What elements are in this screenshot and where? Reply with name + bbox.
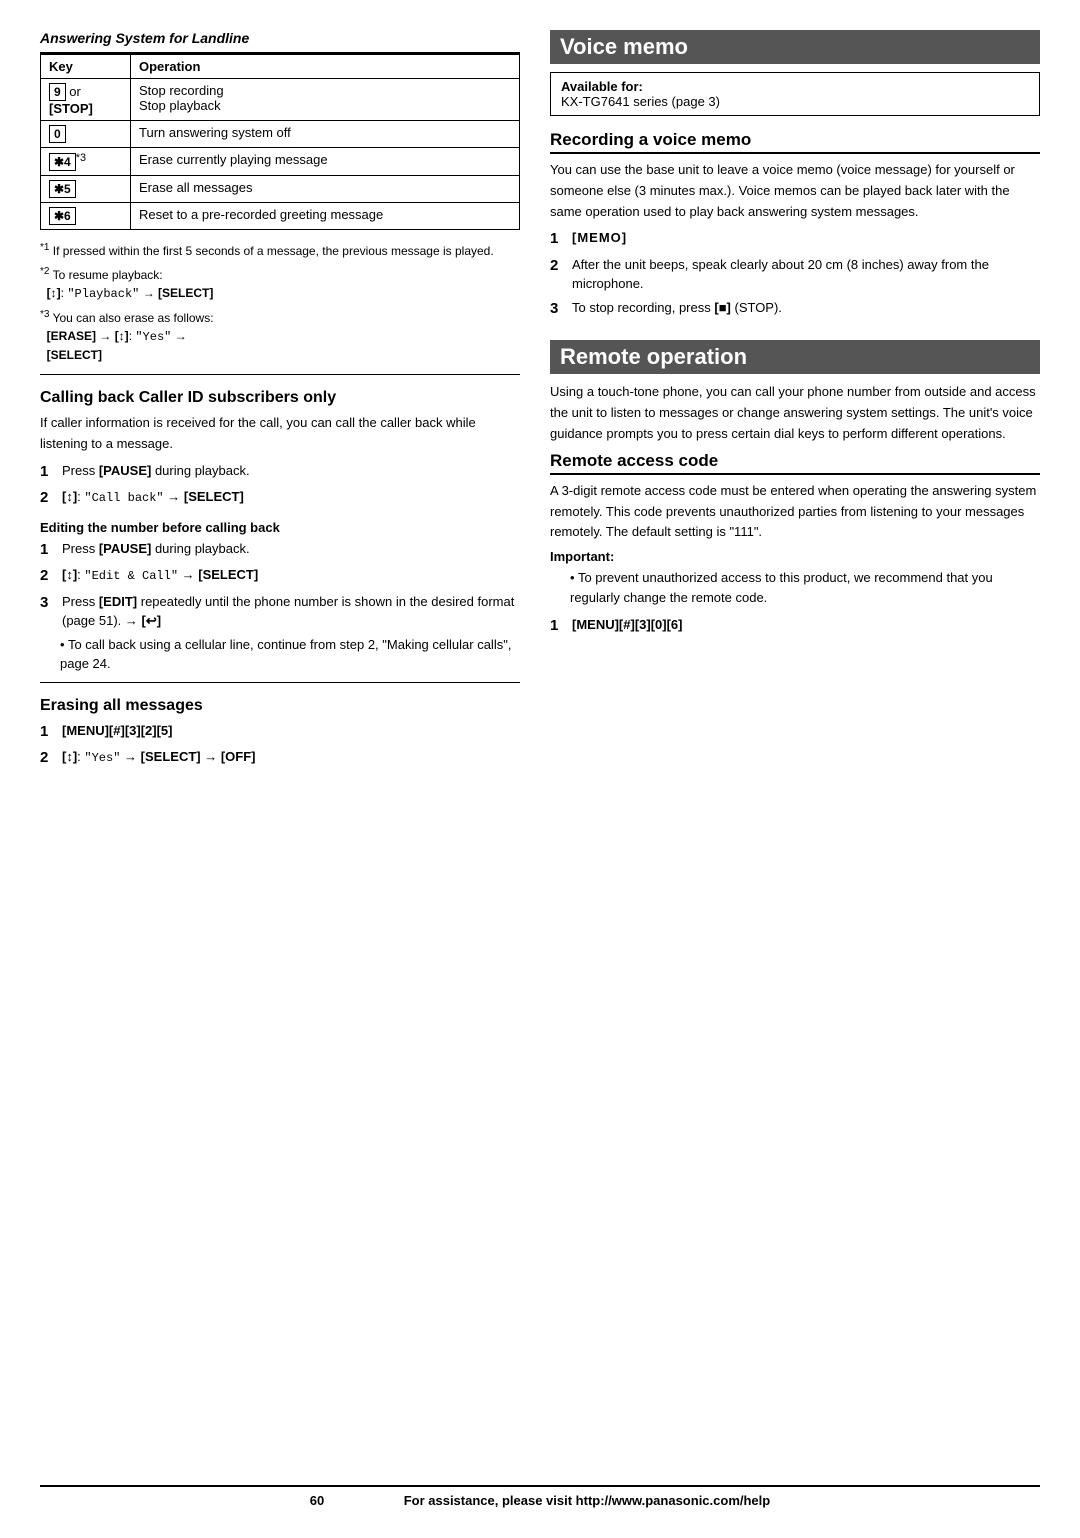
op-cell: Stop recordingStop playback (131, 79, 520, 121)
op-cell: Reset to a pre-recorded greeting message (131, 203, 520, 230)
erasing-steps: 1 [MENU][#][3][2][5] 2 [↕]: "Yes" → [SEL… (40, 721, 520, 770)
table-row: ✱5 Erase all messages (41, 176, 520, 203)
page-number: 60 (310, 1493, 324, 1508)
op-cell: Erase all messages (131, 176, 520, 203)
footnotes: *1 If pressed within the first 5 seconds… (40, 240, 520, 364)
footnote-2: *2 To resume playback: [↕]: "Playback" →… (40, 264, 520, 303)
key-star6: ✱6 (49, 207, 76, 225)
key-cell: ✱4*3 (41, 148, 131, 176)
important-label: Important: (550, 549, 1040, 564)
list-item: 2 After the unit beeps, speak clearly ab… (550, 255, 1040, 294)
key-star4: ✱4 (49, 153, 76, 171)
page: Answering System for Landline Key Operat… (0, 0, 1080, 1538)
remote-operation-body: Using a touch-tone phone, you can call y… (550, 382, 1040, 444)
col-header-operation: Operation (131, 55, 520, 79)
table-row: 0 Turn answering system off (41, 121, 520, 148)
remote-access-title: Remote access code (550, 451, 718, 470)
key-cell: 0 (41, 121, 131, 148)
important-bullet: To prevent unauthorized access to this p… (570, 568, 1040, 607)
list-item: 2 [↕]: "Call back" → [SELECT] (40, 487, 520, 510)
list-item: 3 To stop recording, press [■] (STOP). (550, 298, 1040, 321)
remote-access-steps: 1 [MENU][#][3][0][6] (550, 615, 1040, 638)
recording-body: You can use the base unit to leave a voi… (550, 160, 1040, 222)
calling-back-body: If caller information is received for th… (40, 413, 520, 455)
remote-access-subsection-bar: Remote access code (550, 451, 1040, 475)
footnote-1: *1 If pressed within the first 5 seconds… (40, 240, 520, 260)
list-item: 2 [↕]: "Yes" → [SELECT] → [OFF] (40, 747, 520, 770)
recording-title: Recording a voice memo (550, 130, 751, 149)
recording-subsection-bar: Recording a voice memo (550, 130, 1040, 154)
op-cell: Erase currently playing message (131, 148, 520, 176)
calling-back-steps: 1 Press [PAUSE] during playback. 2 [↕]: … (40, 461, 520, 510)
list-item: 2 [↕]: "Edit & Call" → [SELECT] (40, 565, 520, 588)
key-star5: ✱5 (49, 180, 76, 198)
key-0: 0 (49, 125, 66, 143)
erasing-title: Erasing all messages (40, 697, 520, 715)
voice-memo-header: Voice memo (550, 30, 1040, 64)
key-cell: ✱5 (41, 176, 131, 203)
list-item: 1 [MENU][#][3][0][6] (550, 615, 1040, 638)
key-9: 9 (49, 83, 66, 101)
key-cell: 9 or [STOP] (41, 79, 131, 121)
calling-back-section: Calling back Caller ID subscribers only … (40, 389, 520, 674)
list-item: 3 Press [EDIT] repeatedly until the phon… (40, 592, 520, 631)
table-row: ✱6 Reset to a pre-recorded greeting mess… (41, 203, 520, 230)
footer-text: For assistance, please visit http://www.… (404, 1493, 771, 1508)
page-footer: 60 For assistance, please visit http://w… (40, 1485, 1040, 1508)
erasing-section: Erasing all messages 1 [MENU][#][3][2][5… (40, 697, 520, 770)
list-item: 1 [MEMO] (550, 228, 1040, 251)
op-cell: Turn answering system off (131, 121, 520, 148)
left-column: Answering System for Landline Key Operat… (40, 30, 520, 1465)
list-item: 1 [MENU][#][3][2][5] (40, 721, 520, 744)
remote-access-body: A 3-digit remote access code must be ent… (550, 481, 1040, 543)
available-box: Available for: KX-TG7641 series (page 3) (550, 72, 1040, 116)
calling-back-title: Calling back Caller ID subscribers only (40, 389, 520, 407)
table-row: ✱4*3 Erase currently playing message (41, 148, 520, 176)
available-model: KX-TG7641 series (page 3) (561, 94, 720, 109)
footnote-3: *3 You can also erase as follows: [ERASE… (40, 307, 520, 364)
remote-operation-section: Remote operation Using a touch-tone phon… (550, 340, 1040, 637)
key-operation-table: Key Operation 9 or [STOP] Stop recording… (40, 54, 520, 230)
editing-subhead: Editing the number before calling back (40, 520, 520, 535)
voice-memo-section: Voice memo Available for: KX-TG7641 seri… (550, 30, 1040, 320)
key-stop: [STOP] (49, 101, 93, 116)
cellular-bullet: To call back using a cellular line, cont… (60, 635, 520, 674)
answering-system-title: Answering System for Landline (40, 30, 520, 46)
col-header-key: Key (41, 55, 131, 79)
table-row: 9 or [STOP] Stop recordingStop playback (41, 79, 520, 121)
list-item: 1 Press [PAUSE] during playback. (40, 539, 520, 562)
right-column: Voice memo Available for: KX-TG7641 seri… (550, 30, 1040, 1465)
key-cell: ✱6 (41, 203, 131, 230)
available-label: Available for: (561, 79, 643, 94)
recording-steps: 1 [MEMO] 2 After the unit beeps, speak c… (550, 228, 1040, 320)
list-item: 1 Press [PAUSE] during playback. (40, 461, 520, 484)
editing-steps: 1 Press [PAUSE] during playback. 2 [↕]: … (40, 539, 520, 631)
remote-operation-header: Remote operation (550, 340, 1040, 374)
